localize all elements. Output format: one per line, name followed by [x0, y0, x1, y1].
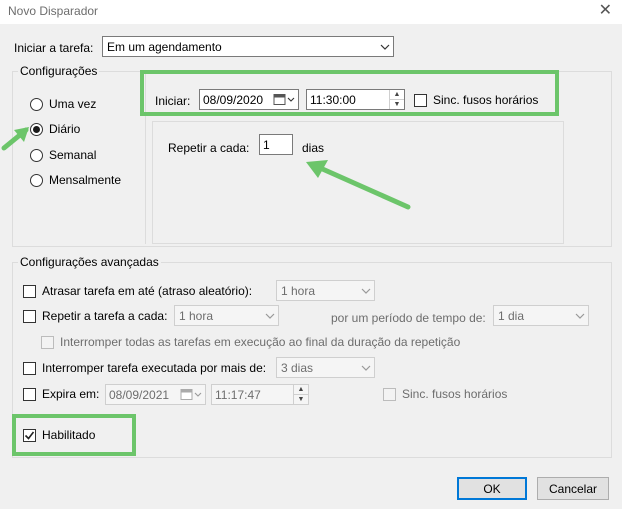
arrow-to-daily-icon — [1, 127, 29, 151]
arrow-to-repeat-icon — [306, 160, 411, 210]
annotation-arrows — [1, 127, 411, 210]
